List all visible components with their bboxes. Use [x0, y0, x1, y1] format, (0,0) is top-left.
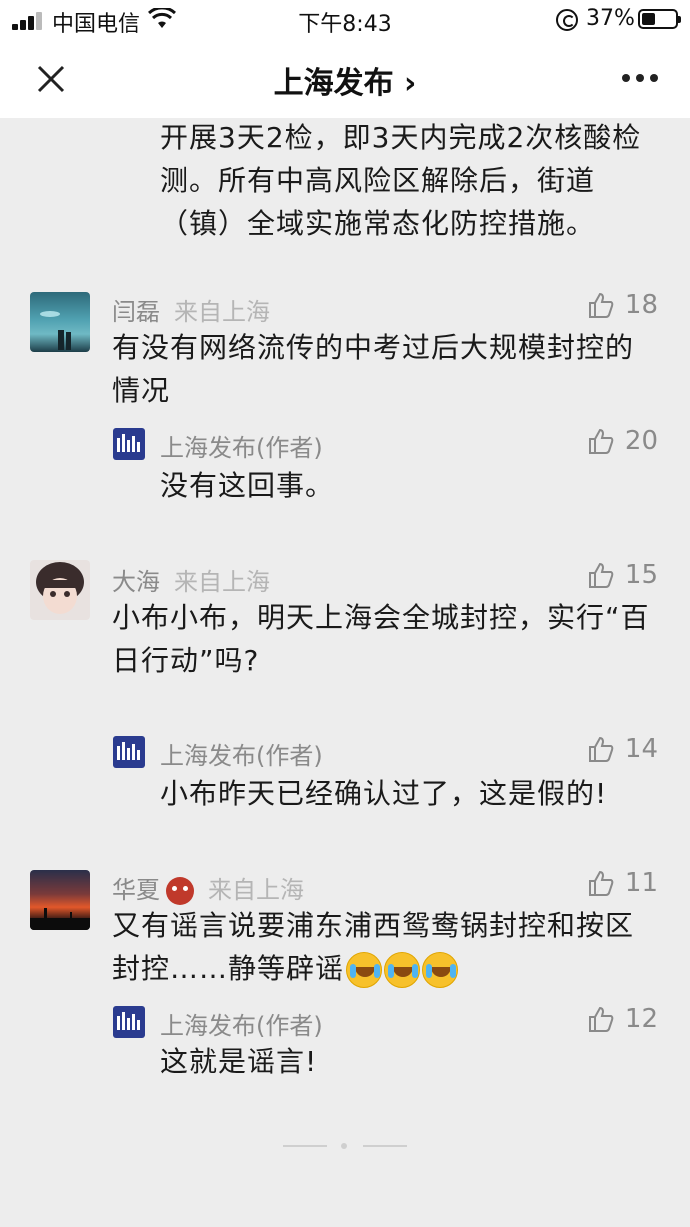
thumbs-up-icon — [588, 292, 614, 318]
avatar[interactable] — [30, 292, 90, 352]
author-location: 来自上海 — [174, 298, 270, 326]
reply-text: 没有这回事。 — [160, 469, 335, 502]
previous-reply-text: 开展3天2检，即3天内完成2次核酸检测。所有中高风险区解除后，街道（镇）全域实施… — [160, 121, 642, 240]
comment-text: 小布小布，明天上海会全城封控，实行“百日行动”吗? — [112, 601, 650, 677]
reply-text: 这就是谣言! — [160, 1045, 318, 1078]
like-button[interactable]: 14 — [587, 734, 658, 764]
thumbs-up-icon — [588, 562, 614, 588]
reply-author: 上海发布(作者) — [160, 1012, 323, 1040]
rotation-lock-icon — [556, 9, 578, 31]
like-count: 14 — [624, 734, 658, 764]
reply-author: 上海发布(作者) — [160, 434, 323, 462]
author-location: 来自上海 — [208, 876, 304, 904]
crying-laughing-emoji-icon — [422, 952, 459, 988]
battery-icon — [638, 9, 681, 29]
comment-text: 又有谣言说要浦东浦西鸳鸯锅封控和按区封控……静等辟谣 — [112, 904, 652, 990]
thumbs-up-icon — [588, 1006, 614, 1032]
like-count: 15 — [624, 560, 658, 590]
like-count: 18 — [624, 290, 658, 320]
reply-text: 小布昨天已经确认过了，这是假的! — [160, 777, 608, 810]
comment-author: 华夏 来自上海 — [112, 870, 304, 905]
author-name: 闫磊 — [112, 298, 160, 326]
nav-bar: 上海发布 › — [0, 38, 690, 118]
reply-author: 上海发布(作者) — [160, 742, 323, 770]
comment-author: 闫磊 来自上海 — [112, 292, 270, 327]
like-button[interactable]: 12 — [587, 1004, 658, 1034]
avatar[interactable] — [30, 870, 90, 930]
like-count: 12 — [624, 1004, 658, 1034]
like-button[interactable]: 15 — [587, 560, 658, 590]
author-name: 大海 — [112, 568, 160, 596]
like-button[interactable]: 11 — [587, 868, 658, 898]
author-location: 来自上海 — [174, 568, 270, 596]
thumbs-up-icon — [588, 870, 614, 896]
status-bar: 中国电信 下午8:43 37% — [0, 0, 690, 38]
comment-author: 大海 来自上海 — [112, 562, 270, 597]
crying-laughing-emoji-icon — [346, 952, 383, 988]
author-logo — [113, 736, 145, 768]
author-logo — [113, 428, 145, 460]
scroll-indicator — [283, 1142, 413, 1150]
avatar[interactable] — [30, 560, 90, 620]
more-options-icon[interactable] — [620, 72, 660, 84]
author-logo — [113, 1006, 145, 1038]
like-button[interactable]: 20 — [587, 426, 658, 456]
crying-laughing-emoji-icon — [384, 952, 421, 988]
comment-text: 有没有网络流传的中考过后大规模封控的情况 — [112, 331, 635, 407]
like-count: 11 — [624, 868, 658, 898]
battery-percent: 37% — [586, 6, 635, 31]
thumbs-up-icon — [588, 428, 614, 454]
account-title[interactable]: 上海发布 › — [0, 58, 690, 102]
thumbs-up-icon — [588, 736, 614, 762]
author-name: 华夏 — [112, 876, 160, 904]
mask-emoji-icon — [166, 877, 194, 905]
like-count: 20 — [624, 426, 658, 456]
like-button[interactable]: 18 — [587, 290, 658, 320]
